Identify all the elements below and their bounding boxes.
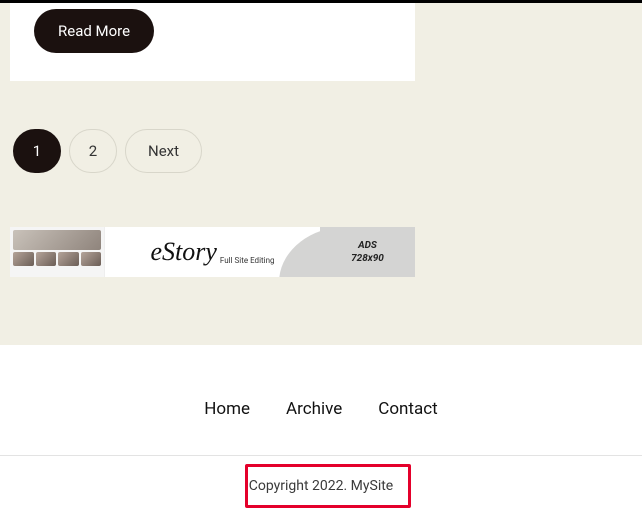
page-next-button[interactable]: Next	[125, 129, 202, 173]
main-content: Read More 1 2 Next eStory Full Site Edit…	[0, 3, 642, 345]
footer-link-archive[interactable]: Archive	[286, 399, 342, 419]
footer: Home Archive Contact Copyright 2022. MyS…	[0, 345, 642, 504]
copyright-text: Copyright 2022. MySite	[249, 478, 393, 494]
footer-nav: Home Archive Contact	[0, 399, 642, 455]
pagination: 1 2 Next	[10, 129, 632, 173]
ad-label-line1: ADS	[358, 239, 377, 252]
ad-size-label: ADS 728x90	[320, 227, 415, 277]
page-2-button[interactable]: 2	[69, 129, 117, 173]
footer-link-home[interactable]: Home	[204, 399, 250, 419]
read-more-button[interactable]: Read More	[34, 9, 154, 53]
post-card: Read More	[10, 3, 415, 81]
ad-label-line2: 728x90	[351, 252, 384, 265]
ad-tagline: Full Site Editing	[220, 256, 275, 277]
footer-link-contact[interactable]: Contact	[378, 399, 437, 419]
ad-thumbnail	[10, 227, 105, 277]
ad-brand-name: eStory	[151, 237, 217, 267]
ad-banner[interactable]: eStory Full Site Editing ADS 728x90	[10, 227, 415, 277]
page-1-button[interactable]: 1	[13, 129, 61, 173]
copyright-row: Copyright 2022. MySite	[0, 456, 642, 504]
